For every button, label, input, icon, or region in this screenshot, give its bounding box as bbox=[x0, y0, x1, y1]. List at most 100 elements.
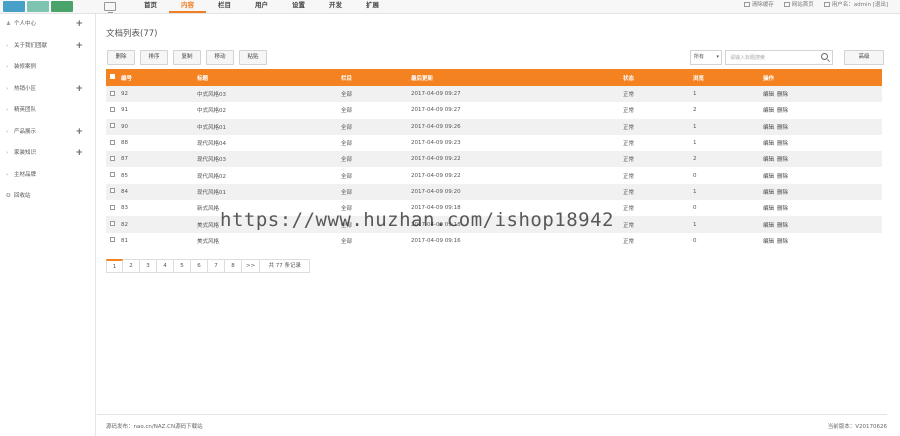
cell-title[interactable]: 现代风格02 bbox=[197, 172, 341, 180]
delete-button[interactable]: 删除 bbox=[107, 50, 135, 65]
cell-ops: 编辑 删除 bbox=[763, 155, 882, 163]
delete-link[interactable]: 删除 bbox=[777, 239, 788, 245]
cell-title[interactable]: 中式风格03 bbox=[197, 90, 341, 98]
nav-item-extend[interactable]: 扩展 bbox=[354, 0, 391, 13]
delete-link[interactable]: 删除 bbox=[777, 190, 788, 196]
row-checkbox[interactable] bbox=[110, 90, 115, 96]
paste-button[interactable]: 粘贴 bbox=[239, 50, 267, 65]
delete-link[interactable]: 删除 bbox=[777, 174, 788, 180]
delete-link[interactable]: 删除 bbox=[777, 125, 788, 131]
nav-item-content[interactable]: 内容 bbox=[169, 0, 206, 13]
nav-item-develop[interactable]: 开发 bbox=[317, 0, 354, 13]
page-number[interactable]: 1 bbox=[106, 259, 123, 273]
cell-views: 1 bbox=[693, 188, 697, 195]
row-checkbox[interactable] bbox=[110, 123, 115, 129]
page-number[interactable]: 8 bbox=[225, 259, 242, 273]
edit-link[interactable]: 编辑 bbox=[763, 174, 774, 180]
move-button[interactable]: 移动 bbox=[206, 50, 234, 65]
row-checkbox-cell bbox=[106, 123, 121, 130]
edit-link[interactable]: 编辑 bbox=[763, 223, 774, 229]
header-id[interactable]: 编号 bbox=[121, 74, 197, 82]
delete-link[interactable]: 删除 bbox=[777, 92, 788, 98]
nav-item-columns[interactable]: 栏目 bbox=[206, 0, 243, 13]
next-page-button[interactable]: >> bbox=[242, 259, 261, 273]
expand-plus-icon[interactable]: + bbox=[75, 14, 83, 36]
sidebar-item[interactable]: › 热销小区 + bbox=[0, 79, 95, 101]
edit-link[interactable]: 编辑 bbox=[763, 108, 774, 114]
page-number[interactable]: 4 bbox=[157, 259, 174, 273]
top-bar: 首页 内容 栏目 用户 设置 开发 扩展 清除缓存 网站首页 用户名：admin… bbox=[0, 0, 900, 14]
edit-link[interactable]: 编辑 bbox=[763, 239, 774, 245]
advanced-search-button[interactable]: 高级 bbox=[844, 50, 884, 65]
expand-plus-icon[interactable]: + bbox=[75, 79, 83, 101]
header-views[interactable]: 浏览 bbox=[693, 74, 763, 82]
delete-link[interactable]: 删除 bbox=[777, 223, 788, 229]
row-checkbox[interactable] bbox=[110, 204, 115, 210]
edit-link[interactable]: 编辑 bbox=[763, 125, 774, 131]
page-number[interactable]: 5 bbox=[174, 259, 191, 273]
expand-plus-icon[interactable]: + bbox=[75, 143, 83, 165]
edit-link[interactable]: 编辑 bbox=[763, 206, 774, 212]
row-checkbox[interactable] bbox=[110, 221, 115, 227]
sidebar-item[interactable]: › 关于我们团献 + bbox=[0, 36, 95, 58]
nav-item-home[interactable]: 首页 bbox=[132, 0, 169, 13]
sidebar-item[interactable]: ✪ 回收站 bbox=[0, 186, 95, 208]
row-checkbox-cell bbox=[106, 139, 121, 147]
expand-plus-icon[interactable]: + bbox=[75, 122, 83, 144]
row-checkbox[interactable] bbox=[110, 188, 115, 194]
page-number[interactable]: 6 bbox=[191, 259, 208, 273]
edit-link[interactable]: 编辑 bbox=[763, 157, 774, 163]
row-checkbox[interactable] bbox=[110, 172, 115, 178]
header-time[interactable]: 最后更新 bbox=[411, 74, 623, 82]
sidebar-item-label: 热销小区 bbox=[14, 85, 37, 92]
cell-title[interactable]: 现代风格01 bbox=[197, 188, 341, 196]
chevron-right-icon: › bbox=[6, 85, 9, 92]
sidebar-item[interactable]: › 主材品牌 bbox=[0, 165, 95, 187]
row-checkbox[interactable] bbox=[110, 106, 115, 112]
header-category[interactable]: 栏目 bbox=[341, 74, 411, 82]
page-number[interactable]: 7 bbox=[208, 259, 225, 273]
row-checkbox[interactable] bbox=[110, 139, 115, 145]
delete-link[interactable]: 删除 bbox=[777, 206, 788, 212]
delete-link[interactable]: 删除 bbox=[777, 108, 788, 114]
cell-title[interactable]: 现代风格04 bbox=[197, 139, 341, 147]
search-icon[interactable] bbox=[821, 53, 828, 60]
page-number[interactable]: 2 bbox=[123, 259, 140, 273]
sidebar-item[interactable]: › 装修案例 bbox=[0, 57, 95, 79]
cell-title[interactable]: 中式风格02 bbox=[197, 106, 341, 114]
clear-cache-link[interactable]: 清除缓存 bbox=[743, 0, 774, 11]
sidebar-item[interactable]: ♟ 个人中心 + bbox=[0, 14, 95, 36]
cell-title[interactable]: 美式风格 bbox=[197, 237, 341, 245]
row-checkbox[interactable] bbox=[110, 237, 115, 243]
edit-link[interactable]: 编辑 bbox=[763, 190, 774, 196]
nav-item-settings[interactable]: 设置 bbox=[280, 0, 317, 13]
site-home-link[interactable]: 网站首页 bbox=[783, 0, 814, 11]
scope-select[interactable]: 所有 bbox=[690, 50, 722, 65]
cell-id: 91 bbox=[121, 107, 128, 114]
user-info[interactable]: 用户名：admin [退出] bbox=[823, 0, 888, 11]
row-checkbox[interactable] bbox=[110, 155, 115, 161]
cell-title[interactable]: 现代风格03 bbox=[197, 155, 341, 163]
header-title[interactable]: 标题 bbox=[197, 74, 341, 82]
sidebar-item[interactable]: › 产品展示 + bbox=[0, 122, 95, 144]
sidebar-item[interactable]: › 家装知识 + bbox=[0, 143, 95, 165]
edit-link[interactable]: 编辑 bbox=[763, 92, 774, 98]
sidebar-item-label: 主材品牌 bbox=[14, 171, 37, 178]
monitor-icon[interactable] bbox=[104, 2, 116, 13]
nav-item-users[interactable]: 用户 bbox=[243, 0, 280, 13]
select-all-checkbox[interactable] bbox=[110, 74, 115, 79]
sidebar-item[interactable]: › 精英团队 bbox=[0, 100, 95, 122]
delete-link[interactable]: 删除 bbox=[777, 141, 788, 147]
cell-time: 2017-04-09 09:22 bbox=[411, 172, 461, 179]
search-input[interactable] bbox=[726, 51, 816, 64]
edit-link[interactable]: 编辑 bbox=[763, 141, 774, 147]
header-status[interactable]: 状态 bbox=[623, 74, 693, 82]
sort-button[interactable]: 排序 bbox=[140, 50, 168, 65]
expand-plus-icon[interactable]: + bbox=[75, 36, 83, 58]
copy-button[interactable]: 复制 bbox=[173, 50, 201, 65]
cell-status: 正常 bbox=[623, 173, 635, 180]
cell-title[interactable]: 中式风格01 bbox=[197, 123, 341, 131]
delete-link[interactable]: 删除 bbox=[777, 157, 788, 163]
page-number[interactable]: 3 bbox=[140, 259, 157, 273]
cell-time: 2017-04-09 09:20 bbox=[411, 188, 461, 195]
